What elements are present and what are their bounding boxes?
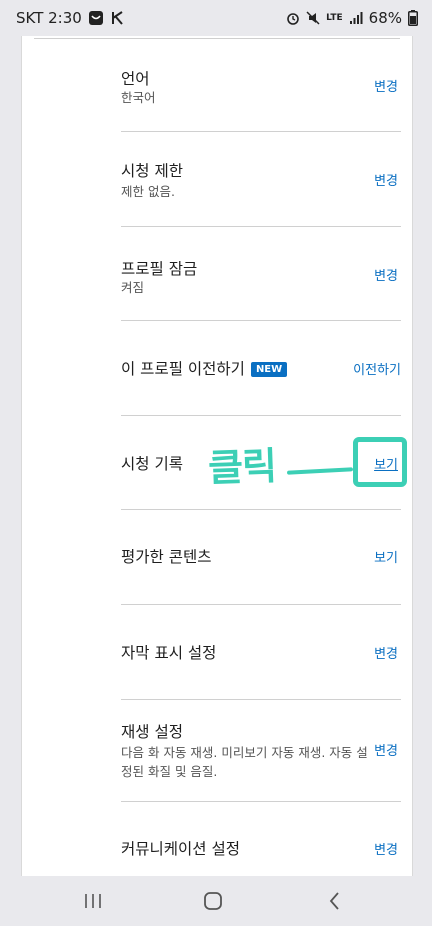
back-button[interactable] [320, 888, 350, 914]
navigation-bar [0, 876, 432, 926]
carrier-time: SKT 2:30 [16, 9, 82, 27]
change-profile-lock-link[interactable]: 변경 [374, 265, 398, 284]
row-title: 프로필 잠금 [121, 260, 198, 278]
status-bar: SKT 2:30 LTE 68% [0, 0, 432, 36]
settings-row-transfer-profile[interactable]: 이 프로필 이전하기 NEW 이전하기 [121, 321, 401, 416]
settings-row-ratings[interactable]: 평가한 콘텐츠 보기 [121, 510, 401, 605]
settings-row-language[interactable]: 언어 한국어 변경 [121, 38, 401, 132]
recent-apps-icon [85, 894, 101, 908]
row-title-text: 이 프로필 이전하기 [121, 360, 245, 378]
alarm-icon [286, 11, 300, 25]
back-icon [329, 892, 339, 910]
mute-icon [306, 11, 320, 25]
row-title: 시청 기록 [121, 455, 183, 473]
change-subtitles-link[interactable]: 변경 [374, 643, 398, 662]
settings-row-communication[interactable]: 커뮤니케이션 설정 변경 [121, 802, 401, 876]
settings-row-profile-lock[interactable]: 프로필 잠금 켜짐 변경 [121, 227, 401, 321]
network-type: LTE [326, 13, 343, 23]
row-title: 언어 [121, 70, 150, 88]
row-subtitle: 다음 화 자동 재생. 미리보기 자동 재생. 자동 설정된 화질 및 음질. [121, 745, 368, 779]
signal-icon [349, 11, 363, 25]
settings-row-subtitle-appearance[interactable]: 자막 표시 설정 변경 [121, 605, 401, 700]
settings-page: 언어 한국어 변경 시청 제한 제한 없음. 변경 프로필 잠금 켜짐 변경 이… [21, 36, 413, 876]
change-language-link[interactable]: 변경 [374, 76, 398, 95]
row-title: 평가한 콘텐츠 [121, 548, 212, 566]
new-badge: NEW [250, 362, 288, 377]
transfer-profile-link[interactable]: 이전하기 [353, 359, 401, 378]
k-app-icon [110, 10, 126, 26]
row-title: 이 프로필 이전하기 NEW [121, 357, 288, 379]
click-annotation-text: 클릭 [207, 442, 277, 491]
status-left: SKT 2:30 [16, 9, 126, 27]
view-ratings-link[interactable]: 보기 [374, 547, 398, 566]
row-title: 시청 제한 [121, 162, 183, 180]
home-button[interactable] [198, 888, 228, 914]
row-subtitle: 제한 없음. [121, 184, 175, 199]
change-playback-link[interactable]: 변경 [374, 740, 398, 759]
annotation-highlight-box [353, 437, 407, 487]
row-title: 커뮤니케이션 설정 [121, 840, 241, 858]
change-communication-link[interactable]: 변경 [374, 839, 398, 858]
row-title: 자막 표시 설정 [121, 644, 217, 662]
row-title: 재생 설정 [121, 723, 183, 741]
battery-icon [408, 10, 418, 26]
app-notification-icon [88, 10, 104, 26]
change-restrictions-link[interactable]: 변경 [374, 170, 398, 189]
status-right: LTE 68% [286, 9, 418, 27]
home-icon [204, 892, 222, 910]
recent-apps-button[interactable] [78, 888, 108, 914]
row-subtitle: 켜짐 [121, 280, 145, 295]
row-subtitle: 한국어 [121, 90, 156, 105]
battery-percent: 68% [368, 9, 402, 27]
settings-row-viewing-restrictions[interactable]: 시청 제한 제한 없음. 변경 [121, 132, 401, 227]
settings-row-playback[interactable]: 재생 설정 다음 화 자동 재생. 미리보기 자동 재생. 자동 설정된 화질 … [121, 700, 401, 802]
